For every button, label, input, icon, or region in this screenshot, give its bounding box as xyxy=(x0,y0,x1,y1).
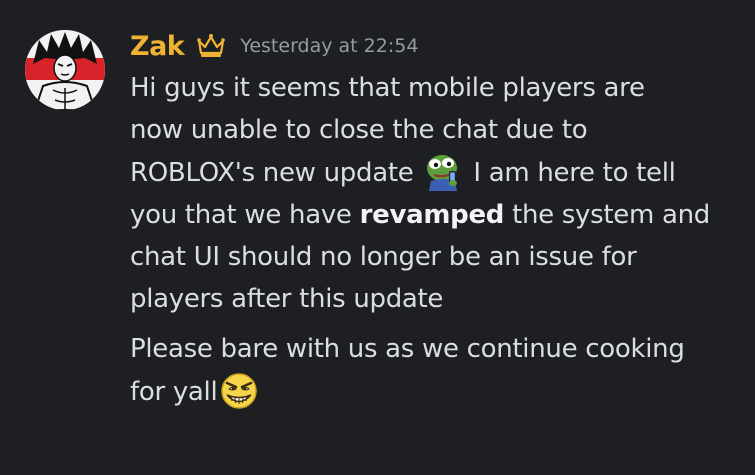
chat-message: Zak Yesterday at 22:54 Hi guys it seems … xyxy=(0,0,755,475)
message-text: the system and xyxy=(512,200,710,230)
message-line: for yall xyxy=(130,370,740,413)
message-header: Zak Yesterday at 22:54 xyxy=(130,26,418,66)
avatar[interactable] xyxy=(25,30,105,110)
message-paragraph: Please bare with us as we continue cooki… xyxy=(130,328,740,413)
pepe-frog-emoji[interactable] xyxy=(423,151,463,191)
grinning-evil-face-emoji[interactable] xyxy=(219,370,259,410)
message-paragraph: Hi guys it seems that mobile players are… xyxy=(130,67,740,320)
message-line: players after this update xyxy=(130,284,444,314)
message-line: ROBLOX's new update I am here to tell xyxy=(130,151,740,194)
bold-text: revamped xyxy=(359,200,505,230)
message-body: Hi guys it seems that mobile players are… xyxy=(130,67,740,413)
message-text: for yall xyxy=(130,377,218,407)
username[interactable]: Zak xyxy=(130,31,185,62)
message-text: you that we have xyxy=(130,200,352,230)
message-line: Please bare with us as we continue cooki… xyxy=(130,334,685,364)
message-text: I am here to tell xyxy=(473,158,676,188)
message-line: you that we have revamped the system and xyxy=(130,194,740,236)
avatar-image xyxy=(25,30,105,110)
message-text: ROBLOX's new update xyxy=(130,158,414,188)
crown-icon xyxy=(196,33,226,59)
message-timestamp[interactable]: Yesterday at 22:54 xyxy=(240,35,418,57)
message-line: now unable to close the chat due to xyxy=(130,115,588,145)
message-line: chat UI should no longer be an issue for xyxy=(130,242,637,272)
message-line: Hi guys it seems that mobile players are xyxy=(130,73,645,103)
